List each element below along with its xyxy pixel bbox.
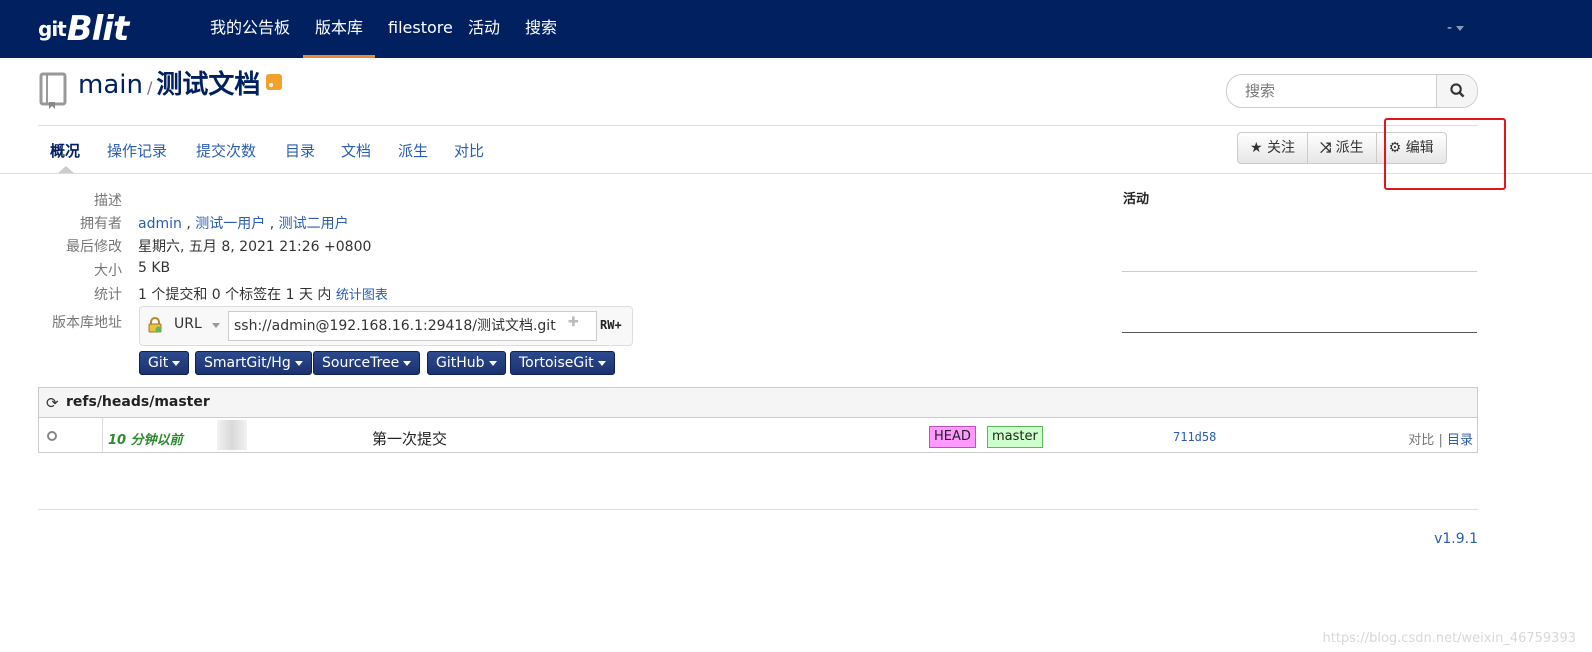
- watch-button[interactable]: ★ 关注: [1237, 132, 1309, 164]
- stats-text: 1 个提交和 0 个标签在 1 天 内: [138, 287, 332, 303]
- last-modified-value: 星期六, 五月 8, 2021 21:26 +0800: [138, 239, 372, 255]
- user-menu[interactable]: -: [1447, 20, 1464, 36]
- fork-label: 派生: [1335, 140, 1364, 156]
- commit-time: 10 分钟以前: [108, 433, 183, 448]
- page-title: main / 测试文档: [78, 68, 283, 105]
- client-app-button[interactable]: TortoiseGit: [510, 351, 615, 375]
- client-app-button[interactable]: GitHub: [427, 351, 506, 375]
- compare-link[interactable]: 对比: [1408, 433, 1434, 448]
- project-link[interactable]: main: [78, 70, 143, 100]
- watermark-text: https://blog.csdn.net/weixin_46759393: [1322, 631, 1576, 646]
- chevron-down-icon: [1456, 25, 1464, 31]
- nav-item-repositories[interactable]: 版本库: [303, 0, 376, 58]
- annotation-highlight-box: [1384, 118, 1506, 190]
- client-app-label: GitHub: [436, 355, 485, 371]
- tab-reflog[interactable]: 操作记录: [107, 140, 167, 161]
- client-app-label: Git: [148, 355, 169, 371]
- client-app-button[interactable]: SourceTree: [313, 351, 421, 375]
- refresh-icon: ⟳: [46, 394, 59, 412]
- tab-tree[interactable]: 目录: [285, 140, 315, 161]
- commit-links: 对比 | 目录: [1408, 429, 1473, 448]
- search-icon: [1449, 83, 1464, 98]
- chevron-down-icon: [294, 360, 303, 366]
- avatar: [217, 420, 247, 450]
- owner-link[interactable]: 测试二用户: [279, 216, 349, 232]
- version-link[interactable]: v1.9.1: [1434, 531, 1478, 547]
- url-type-selector[interactable]: URL: [174, 316, 202, 332]
- chevron-down-icon: [172, 360, 181, 366]
- owner-separator: ,: [269, 216, 275, 232]
- permission-badge: RW+: [600, 318, 622, 332]
- chevron-down-icon: [403, 360, 412, 366]
- column-divider: [102, 418, 103, 452]
- tab-commits[interactable]: 提交次数: [196, 140, 256, 161]
- nav-item-activity[interactable]: 活动: [468, 0, 500, 58]
- repository-book-icon: [39, 72, 67, 109]
- chevron-down-icon[interactable]: [212, 323, 220, 328]
- chevron-down-icon: [488, 360, 497, 366]
- owner-link[interactable]: admin: [138, 216, 182, 232]
- client-app-label: TortoiseGit: [519, 355, 594, 371]
- nav-item-search[interactable]: 搜索: [525, 0, 557, 58]
- lock-icon: [148, 317, 162, 333]
- tabs-divider: [0, 173, 1592, 174]
- activity-chart-baseline: [1122, 271, 1477, 272]
- activity-chart-axis: [1122, 332, 1477, 333]
- nav-item-filestore[interactable]: filestore: [388, 0, 453, 58]
- stats-chart-link[interactable]: 统计图表: [336, 288, 388, 303]
- head-ref-badge[interactable]: HEAD: [929, 426, 976, 448]
- commit-dot-icon: [47, 431, 57, 441]
- refs-table: ⟳ refs/heads/master 10 分钟以前 第一次提交 HEAD m…: [38, 387, 1478, 453]
- search-input[interactable]: [1227, 75, 1439, 107]
- client-app-label: SourceTree: [322, 355, 400, 371]
- last-modified-label: 最后修改: [66, 239, 122, 255]
- commit-id-link[interactable]: 711d58: [1173, 430, 1216, 444]
- description-label: 描述: [94, 193, 122, 209]
- app-logo[interactable]: gitBlit: [38, 9, 129, 49]
- tree-link[interactable]: 目录: [1447, 433, 1473, 448]
- owner-separator: ,: [186, 216, 191, 232]
- star-icon: ★: [1250, 140, 1263, 156]
- footer-divider: [38, 509, 1478, 510]
- activity-title: 活动: [1123, 192, 1150, 207]
- chevron-down-icon: [597, 360, 606, 366]
- client-app-button[interactable]: Git: [139, 351, 190, 375]
- client-app-label: SmartGit/Hg: [204, 355, 291, 371]
- rss-feed-icon[interactable]: [266, 74, 283, 90]
- size-value: 5 KB: [138, 260, 171, 276]
- refs-table-header: ⟳ refs/heads/master: [39, 388, 1477, 418]
- title-separator: /: [146, 78, 153, 97]
- fork-button[interactable]: ⤨ 派生: [1307, 132, 1377, 164]
- owner-label: 拥有者: [80, 216, 122, 232]
- tab-forks[interactable]: 派生: [398, 140, 428, 161]
- owner-list: admin , 测试一用户 , 测试二用户: [138, 213, 349, 233]
- repository-name-link[interactable]: 测试文档: [156, 70, 260, 100]
- stats-value: 1 个提交和 0 个标签在 1 天 内 统计图表: [138, 284, 388, 304]
- client-app-button[interactable]: SmartGit/Hg: [195, 351, 312, 375]
- size-label: 大小: [94, 263, 122, 279]
- owner-link[interactable]: 测试一用户: [195, 216, 265, 232]
- header-divider: [38, 125, 1478, 126]
- repository-url-label: 版本库地址: [52, 315, 122, 331]
- tab-docs[interactable]: 文档: [341, 140, 371, 161]
- nav-item-dashboard[interactable]: 我的公告板: [210, 0, 290, 58]
- watch-label: 关注: [1267, 140, 1296, 156]
- copy-clipboard-icon[interactable]: ✚: [568, 316, 582, 330]
- branch-ref-link[interactable]: refs/heads/master: [66, 394, 210, 410]
- search-button[interactable]: [1436, 75, 1477, 107]
- user-name: -: [1446, 20, 1452, 36]
- shuffle-icon: ⤨: [1320, 140, 1332, 156]
- tab-compare[interactable]: 对比: [454, 140, 484, 161]
- logo-prefix: git: [38, 17, 67, 41]
- branch-ref-badge[interactable]: master: [987, 426, 1043, 448]
- tab-summary[interactable]: 概况: [50, 140, 80, 161]
- search-box: [1226, 74, 1478, 108]
- repository-url-field[interactable]: ssh://admin@192.168.16.1:29418/测试文档.git: [228, 311, 597, 341]
- commit-message-link[interactable]: 第一次提交: [372, 428, 447, 449]
- repository-url-box: URL ssh://admin@192.168.16.1:29418/测试文档.…: [139, 306, 633, 346]
- stats-label: 统计: [94, 287, 122, 303]
- top-navbar: gitBlit 我的公告板 版本库 filestore 活动 搜索 -: [0, 0, 1592, 58]
- logo-text: Blit: [66, 9, 129, 49]
- link-separator: |: [1438, 433, 1443, 448]
